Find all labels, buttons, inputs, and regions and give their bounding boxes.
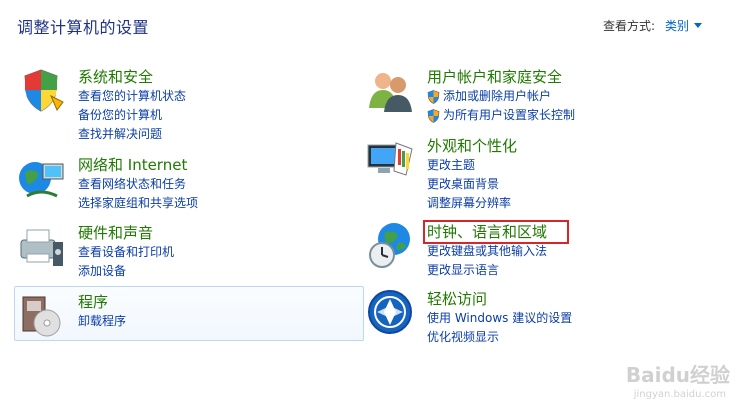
category-title[interactable]: 网络和 Internet [78,154,187,175]
category-title[interactable]: 用户帐户和家庭安全 [427,66,562,87]
link-change-theme[interactable]: 更改主题 [427,156,511,175]
category-title[interactable]: 硬件和声音 [78,222,153,243]
category-title[interactable]: 系统和安全 [78,66,153,87]
link-devices-printers[interactable]: 查看设备和打印机 [78,243,174,262]
category-title[interactable]: 程序 [78,291,108,312]
category-title[interactable]: 外观和个性化 [427,135,517,156]
network-globe-icon [19,162,64,198]
link-add-device[interactable]: 添加设备 [78,262,174,281]
link-change-display-language[interactable]: 更改显示语言 [427,261,547,280]
link-uninstall[interactable]: 卸载程序 [78,312,126,331]
uac-shield-icon [427,89,440,104]
link-resolution[interactable]: 调整屏幕分辨率 [427,194,511,213]
uac-shield-icon [427,108,440,123]
shield-icon [24,69,64,112]
view-by-value: 类别 [664,19,689,33]
highlight-box [423,220,569,244]
monitor-paint-icon [367,142,413,176]
link-homegroup[interactable]: 选择家庭组和共享选项 [78,194,198,213]
watermark-url: jingyan.baidu.com [633,389,726,400]
ease-of-access-icon [368,290,412,334]
link-recommended-settings[interactable]: 使用 Windows 建议的设置 [427,309,572,328]
link-view-status[interactable]: 查看您的计算机状态 [78,87,186,106]
globe-clock-icon [369,223,410,268]
link-backup[interactable]: 备份您的计算机 [78,106,186,125]
link-change-background[interactable]: 更改桌面背景 [427,175,511,194]
link-optimize-video[interactable]: 优化视频显示 [427,328,572,347]
link-change-keyboard[interactable]: 更改键盘或其他输入法 [427,242,547,261]
chevron-down-icon [694,23,702,28]
programs-icon [22,296,61,337]
view-by-dropdown[interactable]: 类别 [665,17,702,34]
page-title: 调整计算机的设置 [17,18,150,37]
link-add-remove-users[interactable]: 添加或删除用户帐户 [427,87,575,106]
users-icon [369,73,412,112]
programs-hover-box [14,286,364,341]
view-by: 查看方式: 类别 [603,17,702,34]
view-by-label: 查看方式: [602,19,655,33]
link-troubleshoot[interactable]: 查找并解决问题 [78,125,186,144]
printer-icon [20,229,63,266]
watermark: Baidu经验 [625,363,730,387]
link-network-status[interactable]: 查看网络状态和任务 [78,175,198,194]
category-title[interactable]: 轻松访问 [427,288,487,309]
link-parental-controls[interactable]: 为所有用户设置家长控制 [427,106,575,125]
